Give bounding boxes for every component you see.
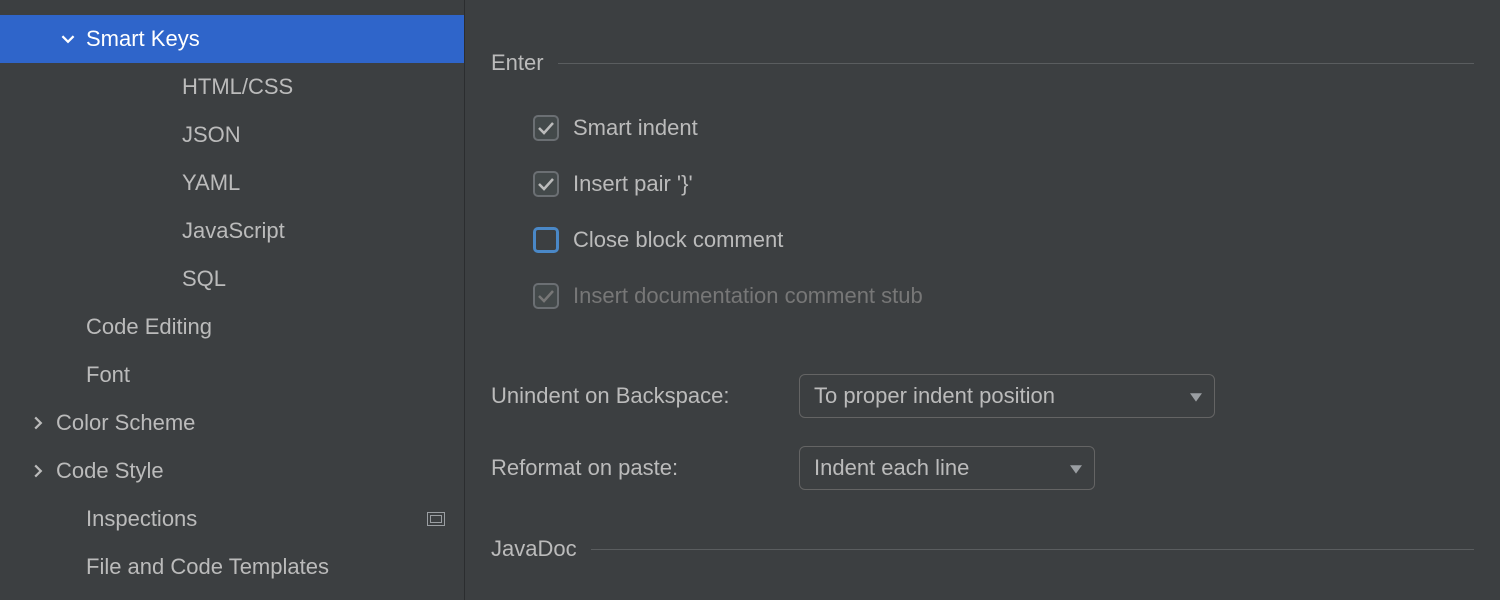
sidebar-item-label: Color Scheme (56, 410, 464, 436)
form-rows: Unindent on Backspace: To proper indent p… (491, 360, 1474, 504)
checkbox[interactable] (533, 171, 559, 197)
sidebar-item[interactable]: Smart Keys (0, 15, 464, 63)
sidebar-item[interactable]: HTML/CSS (0, 63, 464, 111)
sidebar-item[interactable]: JSON (0, 111, 464, 159)
sidebar-item[interactable]: Code Style (0, 447, 464, 495)
sidebar-item-label: JSON (182, 122, 464, 148)
dropdown-value: To proper indent position (814, 383, 1055, 409)
sidebar-item-label: SQL (182, 266, 464, 292)
settings-content: Enter Smart indent Insert pair '}' Close b… (465, 0, 1500, 600)
dropdown[interactable]: To proper indent position (799, 374, 1215, 418)
sidebar-item[interactable]: File and Code Templates (0, 543, 464, 591)
checkbox (533, 283, 559, 309)
sidebar-item-label: YAML (182, 170, 464, 196)
sidebar-item[interactable]: JavaScript (0, 207, 464, 255)
option-label: Close block comment (573, 227, 783, 253)
section-title: JavaDoc (491, 536, 577, 562)
option-row: Smart indent (533, 100, 1474, 156)
form-row: Reformat on paste: Indent each line (491, 432, 1474, 504)
profile-scope-icon (426, 511, 446, 527)
sidebar-item[interactable]: Code Editing (0, 303, 464, 351)
chevron-down-icon[interactable] (56, 32, 80, 46)
chevron-right-icon[interactable] (26, 464, 50, 478)
sidebar-item-label: Code Style (56, 458, 464, 484)
sidebar-item-label: Inspections (86, 506, 426, 532)
sidebar-item[interactable]: Inspections (0, 495, 464, 543)
dropdown[interactable]: Indent each line (799, 446, 1095, 490)
sidebar-item[interactable]: Color Scheme (0, 399, 464, 447)
option-row: Insert pair '}' (533, 156, 1474, 212)
caret-down-icon (1166, 383, 1202, 409)
option-label: Insert pair '}' (573, 171, 693, 197)
option-row: Insert documentation comment stub (533, 268, 1474, 324)
option-label: Smart indent (573, 115, 698, 141)
checkbox[interactable] (533, 227, 559, 253)
chevron-right-icon[interactable] (26, 416, 50, 430)
caret-down-icon (1046, 455, 1082, 481)
checkbox[interactable] (533, 115, 559, 141)
section-divider (591, 549, 1474, 550)
form-label: Unindent on Backspace: (491, 383, 799, 409)
settings-sidebar: Smart Keys HTML/CSS JSON YAML JavaScript SQL C… (0, 0, 465, 600)
enter-options: Smart indent Insert pair '}' Close block c… (491, 100, 1474, 324)
form-row: Unindent on Backspace: To proper indent p… (491, 360, 1474, 432)
sidebar-item[interactable]: SQL (0, 255, 464, 303)
option-row: Close block comment (533, 212, 1474, 268)
section-divider (558, 63, 1474, 64)
sidebar-item[interactable]: YAML (0, 159, 464, 207)
sidebar-item-label: File and Code Templates (86, 554, 464, 580)
form-label: Reformat on paste: (491, 455, 799, 481)
sidebar-item-label: Smart Keys (86, 26, 464, 52)
sidebar-item-label: Font (86, 362, 464, 388)
sidebar-item[interactable]: Font (0, 351, 464, 399)
section-javadoc: JavaDoc (491, 536, 1474, 562)
sidebar-item-label: Code Editing (86, 314, 464, 340)
option-label: Insert documentation comment stub (573, 283, 923, 309)
dropdown-value: Indent each line (814, 455, 969, 481)
section-enter: Enter (491, 50, 1474, 76)
sidebar-item-label: JavaScript (182, 218, 464, 244)
sidebar-item-label: HTML/CSS (182, 74, 464, 100)
section-title: Enter (491, 50, 544, 76)
